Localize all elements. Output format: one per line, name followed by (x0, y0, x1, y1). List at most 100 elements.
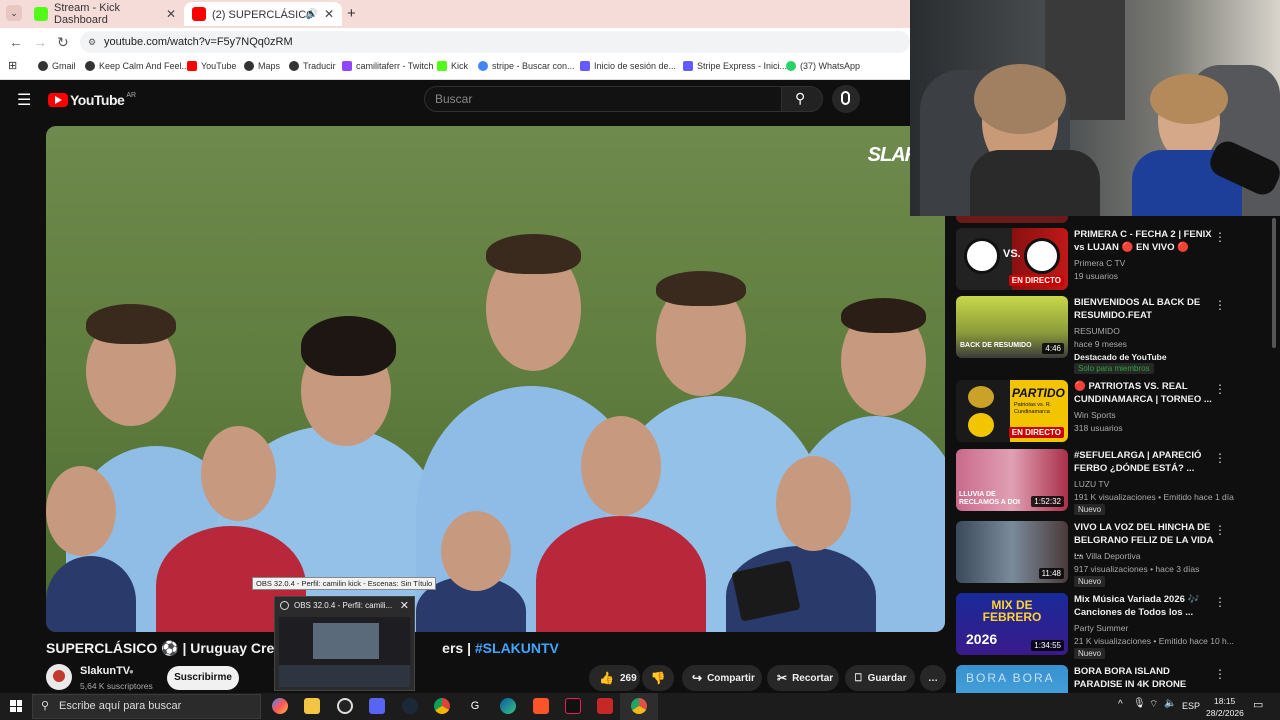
windows-start-icon[interactable] (10, 700, 22, 712)
tray-overflow-icon[interactable]: ^ (1118, 699, 1123, 710)
subscribe-button[interactable]: Suscribirme (167, 666, 239, 690)
obs-taskbar-tooltip: OBS 32.0.4 - Perfil: camilin kick - Esce… (252, 577, 437, 590)
wifi-tray-icon[interactable]: ⌔ (1149, 698, 1158, 711)
recommendation-item[interactable]: BACK DE RESUMIDO 4:46 BIENVENIDOS AL BAC… (956, 296, 1268, 374)
bookmark-stripe-login[interactable]: Inicio de sesión de... (580, 61, 676, 71)
channel-name[interactable]: SlakunTV (80, 665, 130, 677)
hamburger-menu-icon[interactable]: ☰ (17, 90, 31, 110)
recommendation-item[interactable]: LLUVIA DE RECLAMOS A DOI 1:52:32 #SEFUEL… (956, 449, 1268, 515)
sidebar-scrollbar[interactable] (1272, 218, 1276, 348)
obs-taskbar-icon[interactable] (337, 698, 353, 714)
more-vertical-icon[interactable]: ⋮ (1214, 667, 1226, 681)
chrome-icon[interactable] (434, 698, 450, 714)
apps-grid-icon[interactable]: ⊞ (8, 59, 17, 72)
tab-youtube-video[interactable]: (2) SUPERCLÁSICO ⚽ | Uru 🔊 ✕ (184, 2, 342, 26)
player-hair (656, 271, 746, 306)
steam-icon[interactable] (402, 698, 418, 714)
bookmark-kick[interactable]: Kick (437, 61, 468, 71)
voice-search-button[interactable] (832, 85, 860, 113)
tiktok-icon[interactable] (565, 698, 581, 714)
site-info-icon[interactable]: ⚙ (88, 31, 96, 53)
file-explorer-icon[interactable] (304, 698, 320, 714)
back-arrow-icon[interactable]: ← (9, 34, 23, 50)
more-vertical-icon[interactable]: ⋮ (1214, 523, 1226, 537)
thumb-partido-sub: Patriotas vs. R. Cundinamarca (1014, 402, 1052, 415)
obs-window-preview[interactable]: OBS 32.0.4 - Perfil: camili... ✕ (274, 596, 415, 691)
recommendation-item[interactable]: 11:48 VIVO LA VOZ DEL HINCHA DE BELGRANO… (956, 521, 1268, 587)
recommendation-item[interactable]: BORA BORA BORA BORA ISLAND PARADISE IN 4… (956, 665, 1268, 693)
search-input[interactable]: Buscar (424, 86, 782, 112)
language-indicator[interactable]: ESP (1182, 701, 1200, 711)
bookmark-youtube[interactable]: YouTube (187, 61, 236, 71)
scissors-icon: ✂ (777, 671, 788, 685)
player-hair (486, 234, 581, 274)
recommendation-item[interactable]: MIX DE FEBRERO 2026 1:34:55 Mix Música V… (956, 593, 1268, 659)
close-tab-icon[interactable]: ✕ (166, 7, 176, 21)
new-tab-button[interactable]: + (347, 5, 356, 22)
clip-button[interactable]: ✂ Recortar (767, 665, 839, 691)
notification-icon[interactable]: ▭ (1253, 698, 1263, 711)
brave-icon[interactable] (533, 698, 549, 714)
volume-tray-icon[interactable]: 🔈 (1164, 698, 1176, 709)
previous-recommendation-thumb[interactable] (956, 216, 1068, 223)
close-preview-icon[interactable]: ✕ (400, 599, 409, 612)
bookmark-stripe-search[interactable]: stripe - Buscar con... (478, 61, 575, 71)
video-thumbnail: BACK DE RESUMIDO 4:46 (956, 296, 1068, 358)
address-bar[interactable]: ⚙ youtube.com/watch?v=F5y7NQq0zRM (80, 31, 910, 53)
bookmark-traducir[interactable]: Traducir (289, 61, 336, 71)
forward-arrow-icon[interactable]: → (33, 34, 47, 50)
close-tab-icon[interactable]: ✕ (324, 7, 334, 21)
taskbar-search-box[interactable]: ⚲ Escribe aquí para buscar (32, 694, 261, 719)
share-icon: ↪ (692, 671, 703, 685)
more-vertical-icon[interactable]: ⋮ (1214, 230, 1226, 244)
video-player[interactable]: SLAKUN (46, 126, 945, 632)
team-crest-left-icon (964, 238, 1000, 274)
recommendation-meta: 21 K visualizaciones • Emitido hace 10 h… (1074, 636, 1234, 646)
recommendation-meta: 191 K visualizaciones • Emitido hace 1 d… (1074, 492, 1234, 502)
like-button[interactable]: 👍 269 (589, 665, 640, 691)
more-actions-button[interactable]: … (920, 665, 946, 691)
maps-icon (244, 61, 254, 71)
recommendation-meta: 19 usuarios (1074, 271, 1118, 281)
recommendation-item[interactable]: PARTIDO Patriotas vs. R. Cundinamarca EN… (956, 380, 1268, 444)
stripe-icon (580, 61, 590, 71)
child-head (776, 456, 851, 551)
reload-icon[interactable]: ↻ (57, 34, 69, 51)
hashtag-link[interactable]: #SLAKUNTV (475, 640, 559, 656)
video-thumbnail: VS. EN DIRECTO (956, 228, 1068, 290)
app-icon[interactable] (597, 698, 613, 714)
bookmark-stripe-express[interactable]: Stripe Express - Inici... (683, 61, 787, 71)
recommendation-title: 🔴 PATRIOTAS VS. REAL CUNDINAMARCA | TORN… (1074, 381, 1212, 405)
more-vertical-icon[interactable]: ⋮ (1214, 382, 1226, 396)
share-button[interactable]: ↪ Compartir (682, 665, 762, 691)
bookmark-keep-calm[interactable]: Keep Calm And Feel... (85, 61, 189, 71)
kick-app-icon[interactable]: G (467, 698, 483, 714)
edge-icon[interactable] (500, 698, 516, 714)
copilot-icon[interactable] (272, 698, 288, 714)
more-vertical-icon[interactable]: ⋮ (1214, 595, 1226, 609)
bookmark-twitch[interactable]: camilitaferr - Twitch (342, 61, 433, 71)
channel-avatar[interactable] (46, 664, 72, 690)
clock-time[interactable]: 18:15 (1214, 696, 1235, 706)
more-vertical-icon[interactable]: ⋮ (1214, 451, 1226, 465)
more-vertical-icon[interactable]: ⋮ (1214, 298, 1226, 312)
thumb-text-back: BACK DE RESUMIDO (960, 342, 1032, 349)
video-thumbnail: 11:48 (956, 521, 1068, 583)
bookmark-save-icon: ⎕ (855, 671, 862, 684)
recommendation-item[interactable]: VS. EN DIRECTO PRIMERA C - FECHA 2 | FEN… (956, 228, 1268, 292)
clock-date[interactable]: 28/2/2026 (1206, 708, 1244, 718)
audio-playing-icon[interactable]: 🔊 (306, 9, 318, 20)
save-button[interactable]: ⎕ Guardar (845, 665, 915, 691)
youtube-logo[interactable]: YouTube AR (48, 92, 136, 108)
discord-icon[interactable] (369, 698, 385, 714)
dislike-button[interactable]: 👎 (642, 665, 674, 691)
bookmark-whatsapp[interactable]: (37) WhatsApp (786, 61, 860, 71)
search-button[interactable]: ⚲ (781, 86, 823, 112)
thumb-vs-text: VS. (1003, 248, 1021, 260)
thumb-mix-text: MIX DE FEBRERO (982, 598, 1042, 624)
tab-kick-dashboard[interactable]: Stream - Kick Dashboard ✕ (26, 2, 184, 26)
tab-list-dropdown-icon[interactable]: ⌄ (6, 5, 22, 21)
microphone-tray-icon[interactable]: 🎙 (1133, 698, 1146, 709)
bookmark-maps[interactable]: Maps (244, 61, 280, 71)
bookmark-gmail[interactable]: Gmail (38, 61, 76, 71)
